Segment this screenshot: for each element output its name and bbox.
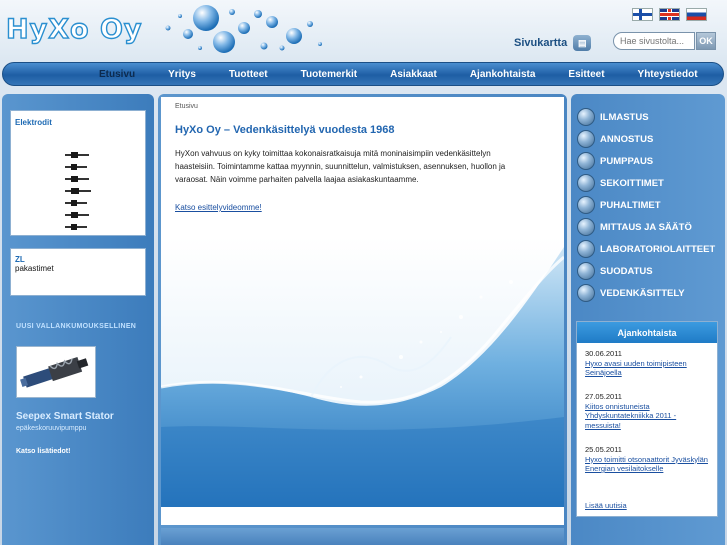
promo-heading: UUSI VALLANKUMOUKSELLINEN xyxy=(16,323,137,330)
nav-item-esitteet[interactable]: Esitteet xyxy=(568,69,604,80)
nav-item-yhteystiedot[interactable]: Yhteystiedot xyxy=(638,69,698,80)
header: HyXo Oy Sivukartta ▤ OK xyxy=(0,0,727,60)
page-title: HyXo Oy – Vedenkäsittelyä vuodesta 1968 xyxy=(175,124,395,136)
news-link[interactable]: Kiitos onnistuneista Yhdyskuntatekniikka… xyxy=(585,402,711,431)
nav-item-asiakkaat[interactable]: Asiakkaat xyxy=(390,69,437,80)
bottom-strip xyxy=(161,528,564,545)
news-date: 27.05.2011 xyxy=(585,392,622,401)
nav-item-ajankohtaista[interactable]: Ajankohtaista xyxy=(470,69,536,80)
pump-image[interactable] xyxy=(16,346,96,398)
category-label: VEDENKÄSITTELY xyxy=(600,287,685,299)
category-label: SEKOITTIMET xyxy=(600,177,664,189)
breadcrumb[interactable]: Etusivu xyxy=(175,103,198,110)
bullet-ball-icon xyxy=(577,262,595,280)
news-link[interactable]: Hyxo avasi uuden toimipisteen Seinäjoell… xyxy=(585,359,711,378)
left-sidebar: Elektrodit ZL pakastimet UUSI VALLANKUMO… xyxy=(2,94,154,545)
bullet-ball-icon xyxy=(577,196,595,214)
category-annostus[interactable]: ANNOSTUS xyxy=(577,130,653,148)
bullet-ball-icon xyxy=(577,174,595,192)
sitemap-link[interactable]: Sivukartta ▤ xyxy=(514,35,592,51)
main-content: Etusivu HyXo Oy – Vedenkäsittelyä vuodes… xyxy=(161,97,564,525)
category-vedenkasittely[interactable]: VEDENKÄSITTELY xyxy=(577,284,685,302)
news-box: Ajankohtaista 30.06.2011 Hyxo avasi uude… xyxy=(576,321,718,517)
more-news-link[interactable]: Lisää uutisia xyxy=(585,501,627,510)
language-flags xyxy=(632,8,707,21)
bullet-ball-icon xyxy=(577,240,595,258)
category-suodatus[interactable]: SUODATUS xyxy=(577,262,653,280)
bullet-ball-icon xyxy=(577,152,595,170)
news-date: 30.06.2011 xyxy=(585,349,622,358)
category-label: LABORATORIOLAITTEET xyxy=(600,243,716,255)
bullet-ball-icon xyxy=(577,108,595,126)
category-label: PUMPPAUS xyxy=(600,155,654,167)
category-pumppaus[interactable]: PUMPPAUS xyxy=(577,152,653,170)
bullet-ball-icon xyxy=(577,284,595,302)
bullet-ball-icon xyxy=(577,130,595,148)
elektrodit-title[interactable]: Elektrodit xyxy=(15,118,141,127)
category-mittaus-ja-saato[interactable]: MITTAUS JA SÄÄTÖ xyxy=(577,218,692,236)
electrodes-image xyxy=(65,152,91,230)
promo-link[interactable]: Katso lisätiedot! xyxy=(16,448,70,455)
zl-title[interactable]: ZL xyxy=(15,255,141,264)
main-column: Etusivu HyXo Oy – Vedenkäsittelyä vuodes… xyxy=(158,94,567,545)
zl-text: pakastimet xyxy=(15,264,54,273)
intro-text: HyXon vahvuus on kyky toimittaa kokonais… xyxy=(175,149,506,184)
category-label: ILMASTUS xyxy=(600,111,649,123)
category-laboratoriolaitteet[interactable]: LABORATORIOLAITTEET xyxy=(577,240,715,258)
nav-item-tuotteet[interactable]: Tuotteet xyxy=(229,69,268,80)
news-item: 25.05.2011 Hyxo toimitti otsonaattorit J… xyxy=(585,445,711,474)
nav-item-yritys[interactable]: Yritys xyxy=(168,69,196,80)
russian-flag-icon[interactable] xyxy=(686,8,707,21)
category-label: ANNOSTUS xyxy=(600,133,654,145)
news-date: 25.05.2011 xyxy=(585,445,622,454)
bullet-ball-icon xyxy=(577,218,595,236)
nav-item-tuotemerkit[interactable]: Tuotemerkit xyxy=(301,69,358,80)
category-label: SUODATUS xyxy=(600,265,653,277)
water-splash-image xyxy=(161,237,564,507)
zl-box[interactable]: ZL pakastimet xyxy=(10,248,146,296)
news-link[interactable]: Hyxo toimitti otsonaattorit Jyväskylän E… xyxy=(585,455,711,474)
category-ilmastus[interactable]: ILMASTUS xyxy=(577,108,649,126)
main-nav: Etusivu Yritys Tuotteet Tuotemerkit Asia… xyxy=(2,62,724,86)
sitemap-icon: ▤ xyxy=(573,35,592,51)
elektrodit-box[interactable]: Elektrodit xyxy=(10,110,146,236)
search-button[interactable]: OK xyxy=(696,32,716,50)
category-label: PUHALTIMET xyxy=(600,199,661,211)
news-item: 27.05.2011 Kiitos onnistuneista Yhdyskun… xyxy=(585,392,711,430)
site-logo[interactable]: HyXo Oy xyxy=(5,13,143,45)
category-puhaltimet[interactable]: PUHALTIMET xyxy=(577,196,661,214)
nav-item-etusivu[interactable]: Etusivu xyxy=(99,69,135,80)
bubbles-decoration xyxy=(165,5,322,53)
video-link[interactable]: Katso esittelyvideomme! xyxy=(175,203,262,212)
search-input[interactable] xyxy=(613,32,695,50)
finnish-flag-icon[interactable] xyxy=(632,8,653,21)
news-title: Ajankohtaista xyxy=(577,322,717,343)
category-label: MITTAUS JA SÄÄTÖ xyxy=(600,221,692,233)
promo-subtitle: epäkeskoruuvipumppu xyxy=(16,425,87,432)
english-flag-icon[interactable] xyxy=(659,8,680,21)
sitemap-label: Sivukartta xyxy=(514,37,568,49)
news-item: 30.06.2011 Hyxo avasi uuden toimipisteen… xyxy=(585,349,711,378)
promo-title[interactable]: Seepex Smart Stator xyxy=(16,411,114,422)
category-sekoittimet[interactable]: SEKOITTIMET xyxy=(577,174,664,192)
right-sidebar: ILMASTUS ANNOSTUS PUMPPAUS SEKOITTIMET P… xyxy=(571,94,725,545)
